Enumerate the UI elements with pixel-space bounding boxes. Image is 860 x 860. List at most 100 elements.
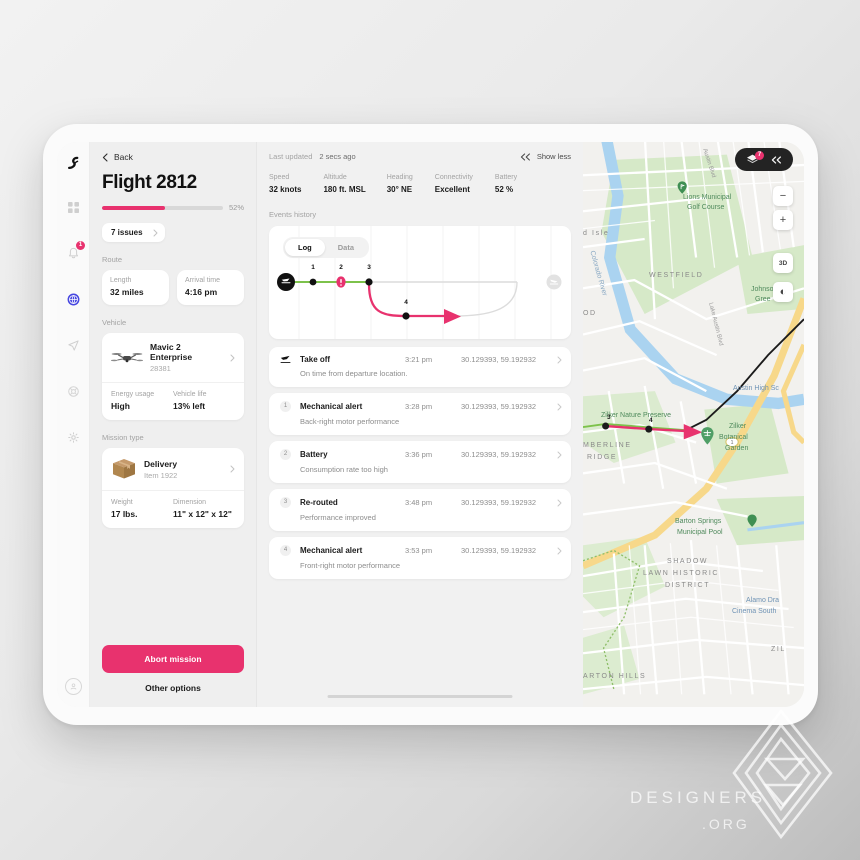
event-title: Mechanical alert xyxy=(300,402,363,411)
event-row-top: 4 Mechanical alert 3:53 pm 30.129393, 59… xyxy=(278,545,562,556)
back-button[interactable]: Back xyxy=(102,152,244,162)
zoom-out-button[interactable]: − xyxy=(773,186,793,206)
support-icon xyxy=(67,385,79,397)
sidebar-item-notifications[interactable]: 1 xyxy=(60,240,86,266)
global-nav-rail: 1 xyxy=(57,142,90,707)
map-label: SHADOW xyxy=(667,558,709,565)
sidebar-item-settings[interactable] xyxy=(60,424,86,450)
vehicle-row[interactable]: Mavic 2 Enterprise 28381 xyxy=(102,333,244,382)
sidebar-item-support[interactable] xyxy=(60,378,86,404)
tablet-device-frame: 1 Back Flight 2812 52% 7 issues Route Le… xyxy=(43,124,818,725)
mission-card[interactable]: Delivery Item 1922 Weight 17 lbs. Dimens… xyxy=(102,448,244,528)
vehicle-energy-label: Energy usage xyxy=(111,391,155,398)
route-length-value: 32 miles xyxy=(110,287,144,297)
map-waypoint-label-3: 3 xyxy=(607,414,611,421)
table-row[interactable]: 4 Mechanical alert 3:53 pm 30.129393, 59… xyxy=(269,537,571,579)
show-less-button[interactable]: Show less xyxy=(520,152,571,161)
app-screen: 1 Back Flight 2812 52% 7 issues Route Le… xyxy=(57,142,804,707)
event-index-badge: 4 xyxy=(278,545,293,556)
mission-weight: Weight 17 lbs. xyxy=(111,499,173,519)
abort-mission-button[interactable]: Abort mission xyxy=(102,645,244,673)
route-arrival-card[interactable]: Arrival time 4:16 pm xyxy=(177,270,244,305)
table-row[interactable]: 1 Mechanical alert 3:28 pm 30.129393, 59… xyxy=(269,393,571,435)
map-label: DISTRICT xyxy=(665,582,711,589)
events-list: Take off 3:21 pm 30.129393, 59.192932 On… xyxy=(269,347,571,579)
last-updated-label: Last updated xyxy=(269,152,313,161)
issues-chip[interactable]: 7 issues xyxy=(102,223,165,242)
flight-details-panel: Back Flight 2812 52% 7 issues Route Leng… xyxy=(90,142,257,707)
route-section-label: Route xyxy=(102,255,123,264)
avatar[interactable] xyxy=(64,678,82,695)
event-index-badge: 2 xyxy=(278,449,293,460)
show-less-label: Show less xyxy=(536,152,571,161)
chevron-right-icon xyxy=(557,499,562,506)
route-arrival-label: Arrival time xyxy=(185,277,221,284)
map-label: d Isle xyxy=(583,230,610,237)
telemetry-battery: Battery 52 % xyxy=(495,174,517,194)
other-options-button[interactable]: Other options xyxy=(102,673,244,695)
map-label: ZIL xyxy=(771,646,786,653)
event-coords: 30.129393, 59.192932 xyxy=(461,546,537,555)
table-row[interactable]: Take off 3:21 pm 30.129393, 59.192932 On… xyxy=(269,347,571,387)
tab-data[interactable]: Data xyxy=(325,239,367,256)
designers-logo xyxy=(732,708,833,840)
event-row-top: 2 Battery 3:36 pm 30.129393, 59.192932 xyxy=(278,449,562,460)
telemetry-battery-value: 52 % xyxy=(494,185,514,194)
map-label: WESTFIELD xyxy=(649,272,704,279)
map-label: Gree xyxy=(755,296,771,303)
map-label: Zilker xyxy=(729,423,747,430)
mission-texts: Delivery Item 1922 xyxy=(144,459,223,480)
event-coords: 30.129393, 59.192932 xyxy=(461,355,537,364)
telemetry-connectivity: Connectivity Excellent xyxy=(435,174,473,194)
telemetry-heading-value: 30° NE xyxy=(386,185,413,194)
mission-row[interactable]: Delivery Item 1922 xyxy=(102,448,244,490)
planned-path-loop xyxy=(404,281,518,317)
layers-button[interactable]: 7 xyxy=(746,151,764,165)
mission-item: Item 1922 xyxy=(144,470,178,480)
map-waypoint-3 xyxy=(602,422,610,430)
event-title: Battery xyxy=(300,450,328,459)
telemetry-speed-value: 32 knots xyxy=(269,185,302,194)
map-collapse-button[interactable] xyxy=(771,151,782,169)
chevron-right-icon xyxy=(153,229,158,236)
timeline-point-3 xyxy=(365,278,373,286)
panel-scrollbar[interactable] xyxy=(327,695,513,698)
watermark-tld: .ORG xyxy=(702,816,750,832)
sidebar-item-dashboard[interactable] xyxy=(60,194,86,220)
chevron-right-icon xyxy=(557,403,562,410)
chevron-right-icon xyxy=(557,547,562,554)
route-length-card[interactable]: Length 32 miles xyxy=(102,270,169,305)
sidebar-item-navigation[interactable] xyxy=(60,332,86,358)
map-label: OD xyxy=(583,310,597,317)
live-map[interactable]: 1 Lions Municipal Golf Course WESTFIELD … xyxy=(583,142,804,707)
event-index-badge: 3 xyxy=(278,497,293,508)
event-description: Back-right motor performance xyxy=(300,417,400,426)
map-label: Cinema South xyxy=(732,608,777,615)
zoom-in-button[interactable]: + xyxy=(773,210,793,230)
brand-logo[interactable] xyxy=(60,150,86,176)
vehicle-energy: Energy usage High xyxy=(111,391,173,411)
map-label: Johnso xyxy=(751,286,774,293)
telemetry-speed-label: Speed xyxy=(269,174,290,181)
table-row[interactable]: 3 Re-routed 3:48 pm 30.129393, 59.192932… xyxy=(269,489,571,531)
map-label: Municipal Pool xyxy=(677,529,723,536)
chevron-right-icon xyxy=(557,451,562,458)
vehicle-card[interactable]: Mavic 2 Enterprise 28381 Energy usage Hi… xyxy=(102,333,244,420)
3d-toggle-button[interactable]: 3D xyxy=(773,253,793,273)
vehicle-energy-value: High xyxy=(111,401,130,411)
event-coords: 30.129393, 59.192932 xyxy=(461,450,537,459)
contrast-button[interactable]: ◐ xyxy=(773,282,793,302)
map-label: Zilker Nature Preserve xyxy=(601,412,672,419)
vehicle-name: Mavic 2 Enterprise xyxy=(150,342,193,362)
tab-log[interactable]: Log xyxy=(285,239,325,256)
vehicle-life-value: 13% left xyxy=(173,401,206,411)
sidebar-item-live-map[interactable] xyxy=(60,286,86,312)
events-history-label: Events history xyxy=(269,210,317,219)
event-time: 3:21 pm xyxy=(405,355,433,364)
event-index-badge: 1 xyxy=(278,401,293,412)
telemetry-altitude-value: 180 ft. MSL xyxy=(323,185,366,194)
event-title: Mechanical alert xyxy=(300,546,363,555)
notifications-badge: 1 xyxy=(76,241,85,250)
table-row[interactable]: 2 Battery 3:36 pm 30.129393, 59.192932 C… xyxy=(269,441,571,483)
event-time: 3:36 pm xyxy=(405,450,433,459)
